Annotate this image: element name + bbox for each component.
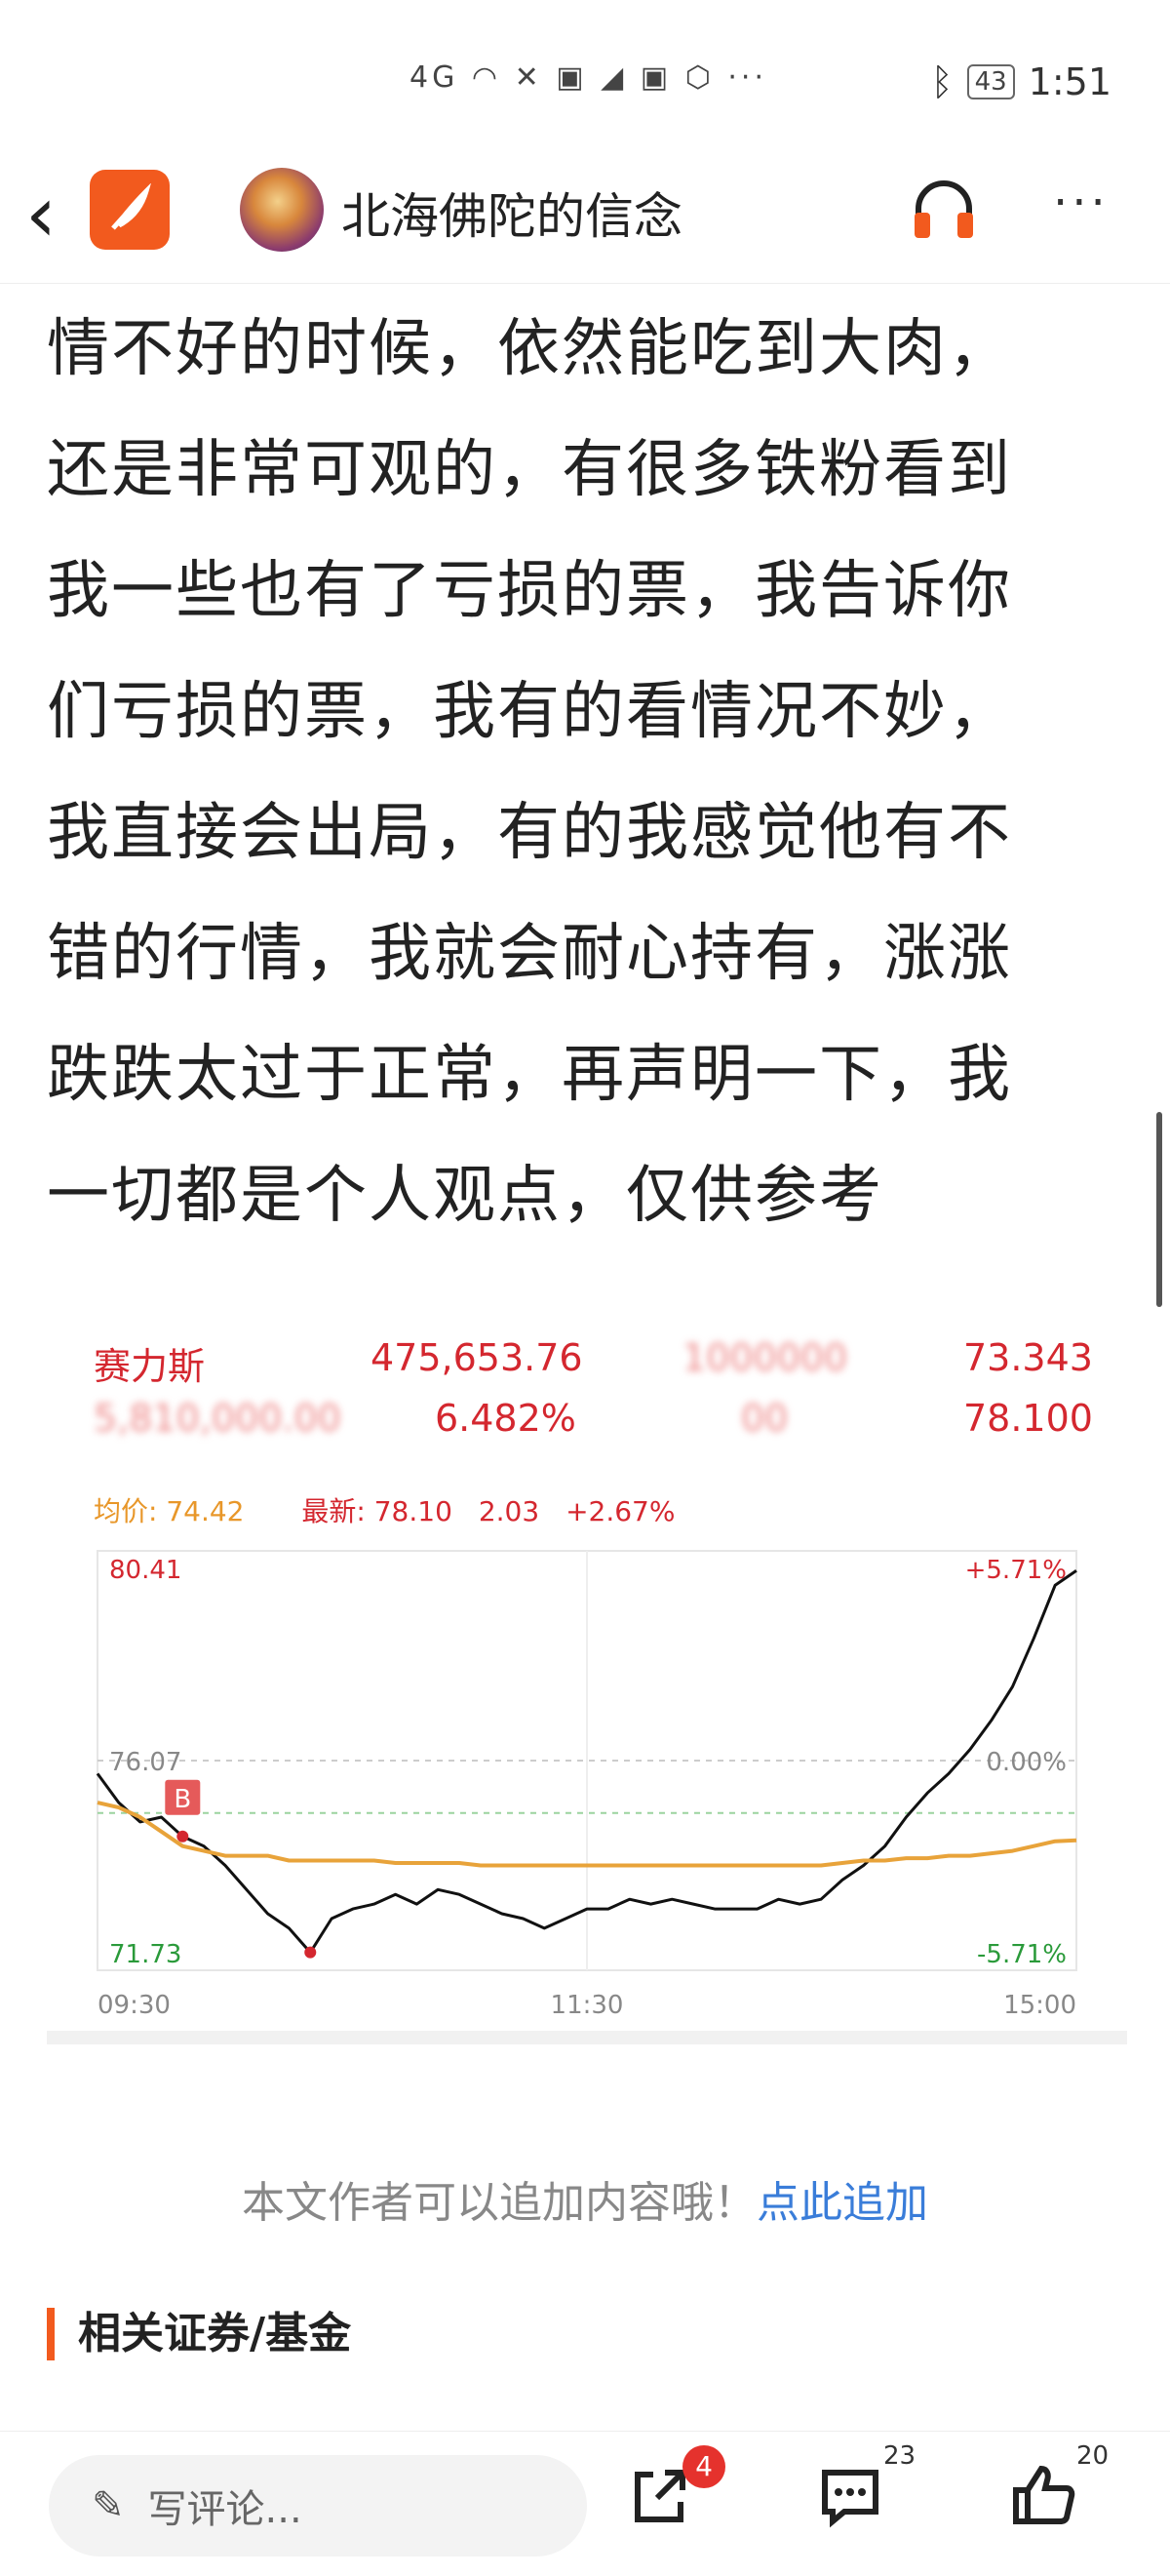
battery-icon: 43: [966, 64, 1015, 99]
like-count: 20: [1076, 2441, 1110, 2471]
turnover-rate: 6.482%: [435, 1397, 576, 1440]
x-tick-label: 09:30: [98, 1991, 171, 2019]
article-line: 情不好的时候，依然能吃到大肉，: [47, 313, 1012, 385]
status-bar: 4G ◠ ✕ ▣ ◢ ▣ ⬡ ··· ᛒ 43 1:51: [0, 0, 1170, 166]
stock-quote[interactable]: 赛力斯 475,653.76 1000000 73.343 5,810,000.…: [0, 1336, 1170, 1473]
related-securities-heading: 相关证券/基金: [47, 2308, 351, 2360]
comment-count: 23: [883, 2441, 916, 2471]
blurred-value: 1000000: [682, 1336, 848, 1379]
intraday-chart[interactable]: 80.41 76.07 71.73 +5.71% 0.00% -5.71% 09:30 11:…: [0, 1531, 1170, 2020]
x-tick-label: 11:30: [551, 1991, 624, 2019]
scrollbar[interactable]: [1156, 1112, 1162, 1307]
bluetooth-icon: ᛒ: [930, 60, 954, 103]
trade-point: [304, 1946, 317, 1959]
signal-icon: 4G: [410, 60, 459, 95]
article-line: 我一些也有了亏损的票，我告诉你: [47, 555, 1012, 627]
status-right: ᛒ 43 1:51: [931, 60, 1112, 103]
trade-point: [176, 1830, 189, 1843]
buy-marker-label: B: [174, 1785, 191, 1814]
author-avatar[interactable]: [240, 168, 324, 252]
blurred-value: 00: [741, 1397, 789, 1440]
y-tick-label-left: 76.07: [109, 1748, 181, 1777]
article-line: 错的行情，我就会耐心持有，涨涨: [47, 918, 1012, 990]
add-content-link[interactable]: 点此追加: [757, 2178, 928, 2228]
wifi-icon: ◠ ✕ ▣ ◢ ▣ ⬡ ···: [471, 60, 767, 95]
chart-svg: 80.41 76.07 71.73 +5.71% 0.00% -5.71% 09:30 11:…: [96, 1550, 1077, 2020]
x-tick-label: 15:00: [1003, 1991, 1076, 2019]
article-body: 情不好的时候，依然能吃到大肉， 还是非常可观的，有很多铁粉看到 我一些也有了亏损…: [47, 289, 1139, 1256]
volume: 5,810,000.00: [94, 1397, 341, 1440]
article-line: 们亏损的票，我有的看情况不妙，: [47, 676, 1012, 748]
like-icon[interactable]: [1008, 2461, 1078, 2535]
article-line: 我直接会出局，有的我感觉他有不: [47, 797, 1012, 869]
nav-bar: ‹ 北海佛陀的信念 ···: [0, 156, 1170, 284]
article-line: 一切都是个人观点，仅供参考: [47, 1160, 883, 1232]
article-line: 跌跌太过于正常，再声明一下，我: [47, 1039, 1012, 1111]
price-change-pct: +2.67%: [566, 1495, 676, 1527]
section-divider: [47, 2031, 1127, 2044]
comment-input[interactable]: ✎ 写评论...: [49, 2455, 587, 2556]
app-logo[interactable]: [90, 170, 170, 250]
bottom-bar: ✎ 写评论... 4 23 20: [0, 2431, 1170, 2576]
y-tick-label-right: +5.71%: [965, 1556, 1067, 1585]
clock: 1:51: [1028, 60, 1112, 103]
pencil-icon: ✎: [92, 2483, 125, 2528]
price-bottom-right: 78.100: [963, 1397, 1093, 1440]
y-tick-label-right: -5.71%: [977, 1940, 1067, 1969]
article-line: 还是非常可观的，有很多铁粉看到: [47, 434, 1012, 506]
author-name[interactable]: 北海佛陀的信念: [341, 178, 682, 248]
more-icon[interactable]: ···: [1053, 176, 1110, 230]
headphone-icon[interactable]: [907, 174, 981, 252]
avg-price: 均价: 74.42: [94, 1495, 245, 1527]
y-tick-label-left: 80.41: [109, 1556, 181, 1585]
price-top-right: 73.343: [963, 1336, 1093, 1379]
comment-icon[interactable]: [815, 2461, 885, 2535]
stock-name: 赛力斯: [94, 1345, 206, 1388]
turnover: 475,653.76: [370, 1336, 583, 1379]
add-content-prompt: 本文作者可以追加内容哦！点此追加: [0, 2167, 1170, 2230]
feather-icon: [111, 183, 151, 230]
status-icons: 4G ◠ ✕ ▣ ◢ ▣ ⬡ ···: [410, 60, 767, 95]
y-tick-label-right: 0.00%: [986, 1748, 1067, 1777]
add-content-text: 本文作者可以追加内容哦！: [242, 2178, 757, 2228]
back-icon[interactable]: ‹: [25, 176, 57, 254]
y-tick-label-left: 71.73: [109, 1940, 181, 1969]
share-badge: 4: [682, 2445, 725, 2488]
price-change: 2.03: [478, 1495, 540, 1527]
comment-placeholder: 写评论...: [147, 2487, 302, 2532]
quote-stats: 均价: 74.42 最新: 78.10 2.03 +2.67%: [94, 1490, 675, 1529]
latest-price: 最新: 78.10: [301, 1495, 452, 1527]
